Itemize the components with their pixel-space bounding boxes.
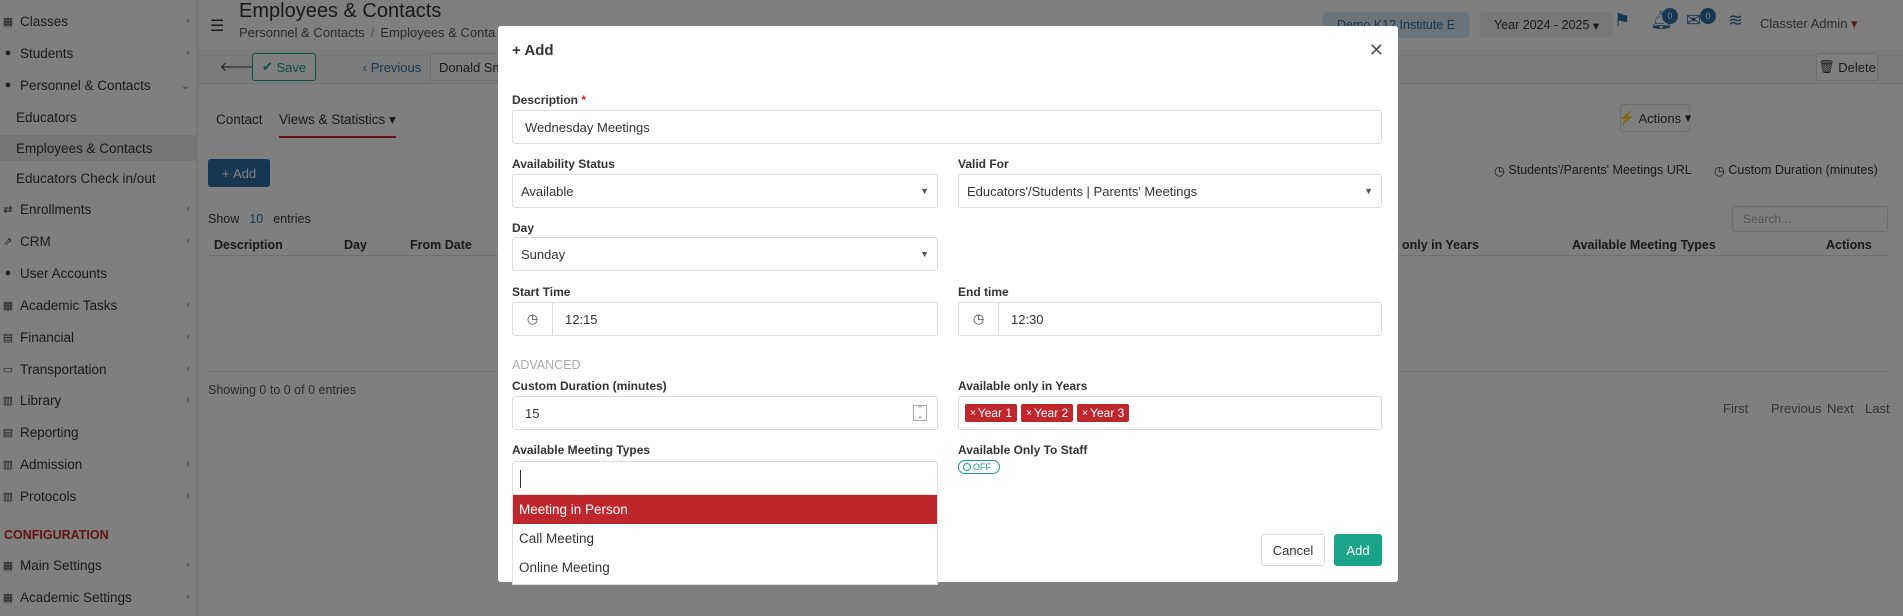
custom-duration-field[interactable]: 15 ⌃ ⌄ [512, 396, 938, 430]
year-tag[interactable]: × Year 1 [965, 404, 1018, 422]
years-label: Available only in Years [958, 379, 1088, 393]
close-icon[interactable]: ✕ [1369, 40, 1384, 61]
caret-down-icon: ▼ [920, 249, 929, 259]
app-root: ▦Classes‹ ●Students‹ ●Personnel & Contac… [0, 0, 1903, 616]
dropdown-option[interactable]: Meeting in Person [513, 495, 937, 524]
end-time-field[interactable]: ◷ 12:30 [958, 302, 1382, 336]
end-time-label: End time [958, 285, 1009, 299]
remove-tag-icon[interactable]: × [1026, 408, 1032, 419]
advanced-section-label: ADVANCED [512, 358, 581, 372]
text-cursor [520, 470, 521, 488]
start-time-label: Start Time [512, 285, 571, 299]
staff-only-toggle[interactable]: OFF [958, 460, 1000, 474]
caret-down-icon: ▼ [1364, 186, 1373, 196]
remove-tag-icon[interactable]: × [1082, 408, 1088, 419]
dropdown-option[interactable]: Online Meeting [513, 553, 937, 582]
description-field[interactable]: Wednesday Meetings [512, 110, 1382, 144]
remove-tag-icon[interactable]: × [970, 408, 976, 419]
meeting-types-label: Available Meeting Types [512, 443, 651, 457]
valid-for-select[interactable]: Educators'/Students | Parents' Meetings ▼ [958, 174, 1382, 208]
day-select[interactable]: Sunday ▼ [512, 237, 938, 271]
add-submit-button[interactable]: Add [1334, 534, 1382, 566]
clock-icon: ◷ [513, 303, 553, 335]
dialog-title: + Add [512, 42, 554, 59]
dropdown-option[interactable]: Call Meeting [513, 524, 937, 553]
description-label: Description * [512, 93, 587, 107]
availability-select[interactable]: Available ▼ [512, 174, 938, 208]
number-stepper[interactable]: ⌃ ⌄ [913, 405, 927, 421]
caret-down-icon: ▼ [920, 186, 929, 196]
availability-label: Availability Status [512, 157, 615, 171]
years-multiselect[interactable]: × Year 1 × Year 2 × Year 3 [958, 396, 1382, 430]
year-tag[interactable]: × Year 3 [1077, 404, 1130, 422]
custom-duration-label: Custom Duration (minutes) [512, 379, 667, 393]
start-time-field[interactable]: ◷ 12:15 [512, 302, 938, 336]
add-dialog: + Add ✕ Description * Wednesday Meetings… [498, 26, 1398, 585]
clock-icon: ◷ [959, 303, 999, 335]
meeting-types-dropdown: Meeting in Person Call Meeting Online Me… [512, 495, 938, 585]
meeting-types-input[interactable] [512, 461, 938, 495]
day-label: Day [512, 221, 535, 235]
toggle-knob [963, 463, 971, 471]
staff-only-label: Available Only To Staff [958, 443, 1088, 457]
cancel-button[interactable]: Cancel [1261, 534, 1325, 566]
valid-for-label: Valid For [958, 157, 1009, 171]
year-tag[interactable]: × Year 2 [1021, 404, 1074, 422]
